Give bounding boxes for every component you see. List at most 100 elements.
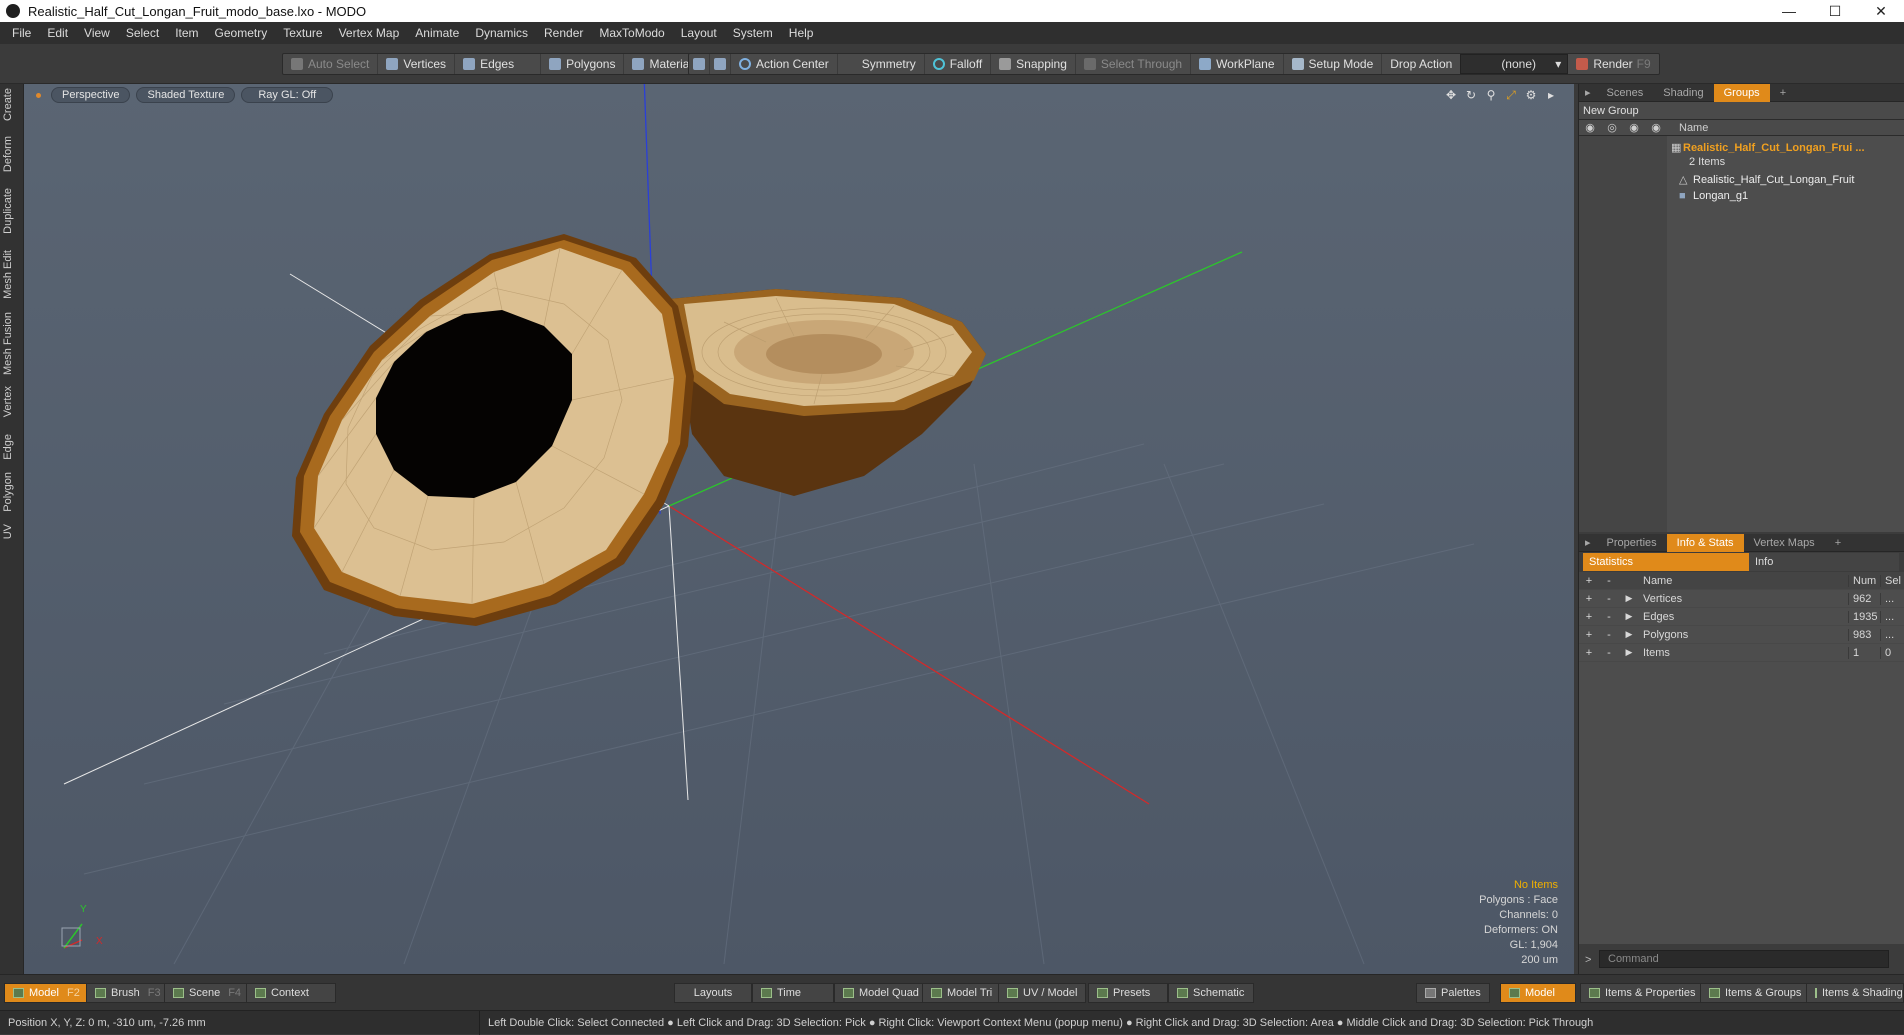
tab-scenes[interactable]: Scenes bbox=[1597, 84, 1654, 102]
tab-edge[interactable]: Edge bbox=[2, 434, 20, 460]
model-quad-button[interactable]: Model Quad bbox=[834, 983, 928, 1003]
tab-statistics[interactable]: Statistics bbox=[1583, 553, 1749, 571]
tab-create[interactable]: Create bbox=[2, 88, 20, 121]
longan-half-left[interactable] bbox=[292, 234, 694, 626]
polygons-button[interactable]: Polygons bbox=[541, 54, 625, 74]
tab-mesh-edit[interactable]: Mesh Edit bbox=[2, 250, 20, 299]
raygl-toggle[interactable]: Ray GL: Off bbox=[241, 87, 334, 103]
disclosure-triangle-icon[interactable]: ▶ bbox=[1619, 647, 1639, 658]
setup-mode-button[interactable]: Setup Mode bbox=[1284, 54, 1383, 74]
close-button[interactable]: ✕ bbox=[1858, 0, 1904, 22]
row-expand-button[interactable]: + bbox=[1579, 593, 1599, 605]
expand-arrow-icon[interactable]: ▸ bbox=[1544, 88, 1558, 102]
presets-button[interactable]: Presets bbox=[1088, 983, 1168, 1003]
rotate-icon[interactable]: ↻ bbox=[1464, 88, 1478, 102]
menu-render[interactable]: Render bbox=[536, 26, 591, 40]
tree-item-group[interactable]: ■ Longan_g1 bbox=[1579, 188, 1904, 204]
tab-info-stats[interactable]: Info & Stats bbox=[1666, 533, 1744, 552]
drop-action-select[interactable]: (none) ▾ bbox=[1460, 54, 1569, 74]
edges-button[interactable]: Edges bbox=[455, 54, 542, 74]
menu-vertex-map[interactable]: Vertex Map bbox=[331, 26, 408, 40]
palettes-button[interactable]: Palettes bbox=[1416, 983, 1490, 1003]
tab-uv[interactable]: UV bbox=[2, 524, 20, 539]
model-mode-button[interactable]: Model F2 bbox=[4, 983, 89, 1003]
row-expand-button[interactable]: + bbox=[1579, 611, 1599, 623]
disclosure-triangle-icon[interactable]: ▶ bbox=[1619, 629, 1639, 640]
tab-groups[interactable]: Groups bbox=[1713, 83, 1770, 102]
tab-vertex-maps[interactable]: Vertex Maps bbox=[1744, 534, 1825, 552]
table-row[interactable]: + - ▶ Vertices 962 ... bbox=[1579, 590, 1904, 608]
tab-polygon[interactable]: Polygon bbox=[2, 472, 20, 512]
groups-tree[interactable]: ▦ Realistic_Half_Cut_Longan_Frui ... 2 I… bbox=[1579, 136, 1904, 532]
collapse-all-button[interactable]: - bbox=[1599, 575, 1619, 587]
menu-geometry[interactable]: Geometry bbox=[207, 26, 276, 40]
falloff-button[interactable]: Falloff bbox=[925, 54, 992, 74]
table-row[interactable]: + - ▶ Edges 1935 ... bbox=[1579, 608, 1904, 626]
disclosure-triangle-icon[interactable]: ▶ bbox=[1619, 593, 1639, 604]
disclosure-triangle-icon[interactable]: ▶ bbox=[1619, 611, 1639, 622]
tab-vertex[interactable]: Vertex bbox=[2, 386, 20, 417]
layouts-button[interactable]: Layouts bbox=[674, 983, 752, 1003]
view-mode-dropdown[interactable]: Perspective bbox=[51, 87, 131, 103]
row-expand-button[interactable]: + bbox=[1579, 629, 1599, 641]
model-layout-button[interactable]: Model bbox=[1500, 983, 1576, 1003]
maximize-button[interactable]: ☐ bbox=[1812, 0, 1858, 22]
tab-duplicate[interactable]: Duplicate bbox=[2, 188, 20, 234]
panel-menu-dot-2[interactable]: ▸ bbox=[1579, 534, 1597, 552]
menu-item[interactable]: Item bbox=[167, 26, 206, 40]
menu-file[interactable]: File bbox=[4, 26, 39, 40]
longan-half-right[interactable] bbox=[669, 289, 986, 496]
items-properties-button[interactable]: Items & Properties bbox=[1580, 983, 1705, 1003]
menu-maxtomodo[interactable]: MaxToModo bbox=[591, 26, 672, 40]
render-button[interactable]: Render F9 bbox=[1568, 54, 1658, 74]
menu-help[interactable]: Help bbox=[781, 26, 822, 40]
row-collapse-button[interactable]: - bbox=[1599, 629, 1619, 641]
menu-view[interactable]: View bbox=[76, 26, 118, 40]
symmetry-button[interactable]: Symmetry bbox=[838, 54, 925, 74]
scene-mode-button[interactable]: Scene F4 bbox=[164, 983, 251, 1003]
menu-dynamics[interactable]: Dynamics bbox=[467, 26, 536, 40]
schematic-button[interactable]: Schematic bbox=[1168, 983, 1254, 1003]
time-layout-button[interactable]: Time bbox=[752, 983, 834, 1003]
add-tab-button[interactable]: + bbox=[1770, 84, 1796, 102]
row-collapse-button[interactable]: - bbox=[1599, 647, 1619, 659]
minimize-button[interactable]: — bbox=[1766, 0, 1812, 22]
tree-item-mesh[interactable]: △ Realistic_Half_Cut_Longan_Fruit bbox=[1579, 172, 1904, 188]
pan-icon[interactable]: ✥ bbox=[1444, 88, 1458, 102]
zoom-icon[interactable]: ⚲ bbox=[1484, 88, 1498, 102]
select-tool-button[interactable] bbox=[689, 54, 710, 74]
row-collapse-button[interactable]: - bbox=[1599, 593, 1619, 605]
menu-animate[interactable]: Animate bbox=[407, 26, 467, 40]
row-expand-button[interactable]: + bbox=[1579, 647, 1599, 659]
auto-select-button[interactable]: Auto Select bbox=[283, 54, 379, 74]
settings-gear-icon[interactable]: ⚙ bbox=[1524, 88, 1538, 102]
menu-system[interactable]: System bbox=[725, 26, 781, 40]
panel-menu-dot[interactable]: ▸ bbox=[1579, 84, 1597, 102]
new-group-button[interactable]: New Group bbox=[1579, 102, 1904, 120]
snapping-button[interactable]: Snapping bbox=[991, 54, 1076, 74]
shading-dropdown[interactable]: Shaded Texture bbox=[136, 87, 236, 103]
brush-mode-button[interactable]: Brush F3 bbox=[86, 983, 170, 1003]
menu-select[interactable]: Select bbox=[118, 26, 167, 40]
uv-model-button[interactable]: UV / Model bbox=[998, 983, 1087, 1003]
command-input[interactable]: Command bbox=[1599, 950, 1889, 968]
model-tri-button[interactable]: Model Tri bbox=[922, 983, 1002, 1003]
menu-texture[interactable]: Texture bbox=[275, 26, 330, 40]
tab-mesh-fusion[interactable]: Mesh Fusion bbox=[2, 312, 20, 375]
transform-tool-button[interactable] bbox=[710, 54, 731, 74]
tab-deform[interactable]: Deform bbox=[2, 136, 20, 172]
tab-properties[interactable]: Properties bbox=[1597, 534, 1667, 552]
table-row[interactable]: + - ▶ Items 1 0 bbox=[1579, 644, 1904, 662]
add-tab-button-2[interactable]: + bbox=[1825, 534, 1851, 552]
select-through-button[interactable]: Select Through bbox=[1076, 54, 1192, 74]
3d-viewport[interactable]: Y X Perspective Shaded Texture Ray GL: O… bbox=[24, 84, 1574, 974]
vertices-button[interactable]: Vertices bbox=[378, 54, 456, 74]
action-center-button[interactable]: Action Center bbox=[731, 54, 838, 74]
workplane-button[interactable]: WorkPlane bbox=[1191, 54, 1284, 74]
tab-shading[interactable]: Shading bbox=[1653, 84, 1713, 102]
menu-layout[interactable]: Layout bbox=[673, 26, 725, 40]
fit-icon[interactable]: ⤢ bbox=[1504, 88, 1518, 102]
menu-edit[interactable]: Edit bbox=[39, 26, 76, 40]
items-shading-button[interactable]: Items & Shading bbox=[1806, 983, 1904, 1003]
context-button[interactable]: Context bbox=[246, 983, 336, 1003]
